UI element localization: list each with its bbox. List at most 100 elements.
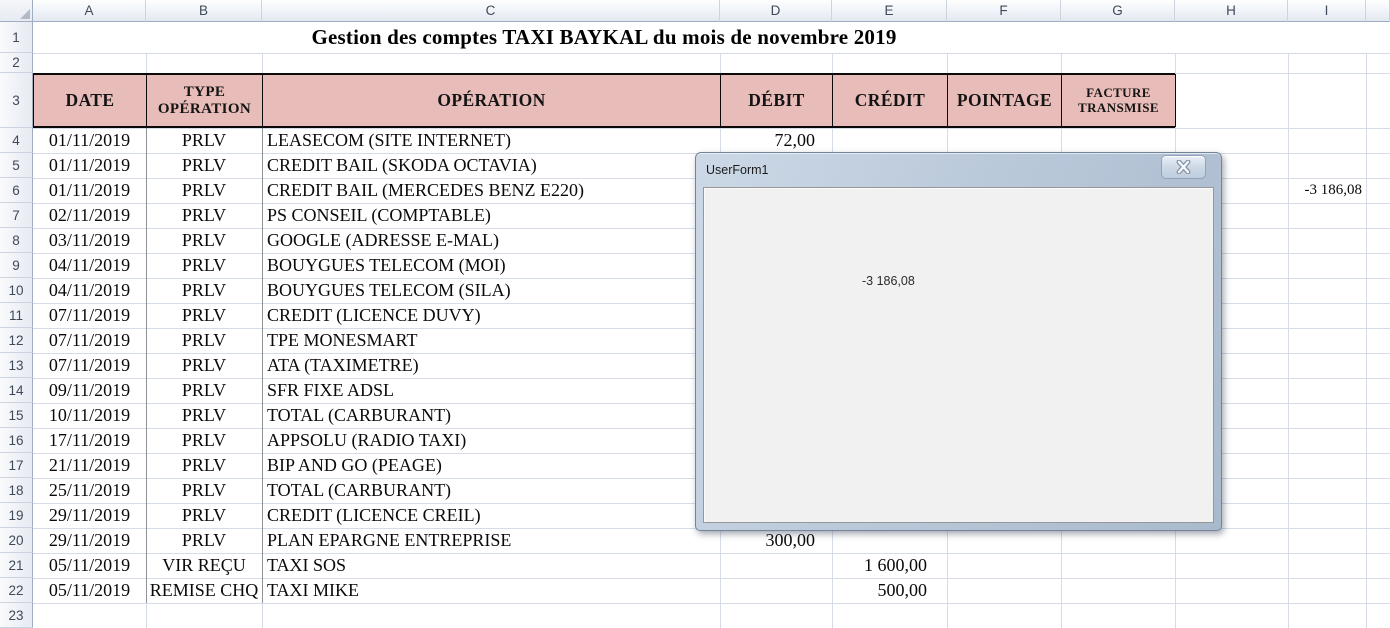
cell-date-A4[interactable]: 01/11/2019 <box>33 128 146 153</box>
cell-operation-C19[interactable]: CREDIT (LICENCE CREIL) <box>262 503 720 528</box>
cell-date-A16[interactable]: 17/11/2019 <box>33 428 146 453</box>
table-header-pointage[interactable]: POINTAGE <box>947 74 1062 127</box>
cell-type-B20[interactable]: PRLV <box>146 528 262 553</box>
cell-type-B7[interactable]: PRLV <box>146 203 262 228</box>
cell-type-B15[interactable]: PRLV <box>146 403 262 428</box>
cell-type-B12[interactable]: PRLV <box>146 328 262 353</box>
row-header-7[interactable]: 7 <box>0 203 33 228</box>
cell-date-A20[interactable]: 29/11/2019 <box>33 528 146 553</box>
cell-type-B14[interactable]: PRLV <box>146 378 262 403</box>
table-header-facture-transmise[interactable]: FACTURE TRANSMISE <box>1061 74 1176 127</box>
row-header-17[interactable]: 17 <box>0 453 33 478</box>
cell-date-A6[interactable]: 01/11/2019 <box>33 178 146 203</box>
column-header-C[interactable]: C <box>262 0 720 22</box>
cell-type-B13[interactable]: PRLV <box>146 353 262 378</box>
cell-type-B22[interactable]: REMISE CHQ <box>146 578 262 603</box>
cell-type-B10[interactable]: PRLV <box>146 278 262 303</box>
table-header-d-bit[interactable]: DÉBIT <box>720 74 833 127</box>
cell-type-B11[interactable]: PRLV <box>146 303 262 328</box>
cell-operation-C11[interactable]: CREDIT (LICENCE DUVY) <box>262 303 720 328</box>
select-all-button[interactable] <box>0 0 33 22</box>
table-header-type-op-ration[interactable]: TYPE OPÉRATION <box>146 74 263 127</box>
table-header-date[interactable]: DATE <box>33 74 147 127</box>
cell-operation-C15[interactable]: TOTAL (CARBURANT) <box>262 403 720 428</box>
cell-date-A13[interactable]: 07/11/2019 <box>33 353 146 378</box>
cell-date-A11[interactable]: 07/11/2019 <box>33 303 146 328</box>
cell-type-B17[interactable]: PRLV <box>146 453 262 478</box>
cell-operation-C8[interactable]: GOOGLE (ADRESSE E-MAL) <box>262 228 720 253</box>
row-header-10[interactable]: 10 <box>0 278 33 303</box>
cell-credit-E21[interactable]: 1 600,00 <box>832 553 947 578</box>
column-header-G[interactable]: G <box>1061 0 1175 22</box>
column-header-D[interactable]: D <box>720 0 832 22</box>
column-header-B[interactable]: B <box>146 0 262 22</box>
cell-operation-C13[interactable]: ATA (TAXIMETRE) <box>262 353 720 378</box>
cell-date-A15[interactable]: 10/11/2019 <box>33 403 146 428</box>
cell-date-A14[interactable]: 09/11/2019 <box>33 378 146 403</box>
cell-credit-E22[interactable]: 500,00 <box>832 578 947 603</box>
cell-I6[interactable]: -3 186,08 <box>1288 178 1366 203</box>
row-header-23[interactable]: 23 <box>0 603 33 628</box>
cell-debit-D20[interactable]: 300,00 <box>720 528 832 553</box>
column-header-A[interactable]: A <box>33 0 146 22</box>
dialog-close-button[interactable] <box>1161 155 1206 179</box>
cell-type-B19[interactable]: PRLV <box>146 503 262 528</box>
row-header-22[interactable]: 22 <box>0 578 33 603</box>
column-header-clipped[interactable] <box>1366 0 1390 22</box>
row-header-21[interactable]: 21 <box>0 553 33 578</box>
cell-operation-C5[interactable]: CREDIT BAIL (SKODA OCTAVIA) <box>262 153 720 178</box>
cell-type-B18[interactable]: PRLV <box>146 478 262 503</box>
cell-type-B6[interactable]: PRLV <box>146 178 262 203</box>
cell-date-A5[interactable]: 01/11/2019 <box>33 153 146 178</box>
table-header-cr-dit[interactable]: CRÉDIT <box>832 74 948 127</box>
cell-operation-C20[interactable]: PLAN EPARGNE ENTREPRISE <box>262 528 720 553</box>
cell-operation-C10[interactable]: BOUYGUES TELECOM (SILA) <box>262 278 720 303</box>
row-header-15[interactable]: 15 <box>0 403 33 428</box>
cell-date-A18[interactable]: 25/11/2019 <box>33 478 146 503</box>
cell-date-A7[interactable]: 02/11/2019 <box>33 203 146 228</box>
cell-debit-D4[interactable]: 72,00 <box>720 128 832 153</box>
cell-date-A17[interactable]: 21/11/2019 <box>33 453 146 478</box>
table-header-op-ration[interactable]: OPÉRATION <box>262 74 721 127</box>
cell-date-A9[interactable]: 04/11/2019 <box>33 253 146 278</box>
row-header-13[interactable]: 13 <box>0 353 33 378</box>
row-header-12[interactable]: 12 <box>0 328 33 353</box>
column-header-H[interactable]: H <box>1175 0 1288 22</box>
column-header-I[interactable]: I <box>1288 0 1366 22</box>
row-header-9[interactable]: 9 <box>0 253 33 278</box>
cell-type-B5[interactable]: PRLV <box>146 153 262 178</box>
cell-operation-C17[interactable]: BIP AND GO (PEAGE) <box>262 453 720 478</box>
cell-operation-C16[interactable]: APPSOLU (RADIO TAXI) <box>262 428 720 453</box>
column-header-E[interactable]: E <box>832 0 947 22</box>
row-header-5[interactable]: 5 <box>0 153 33 178</box>
cell-date-A12[interactable]: 07/11/2019 <box>33 328 146 353</box>
cell-operation-C22[interactable]: TAXI MIKE <box>262 578 720 603</box>
row-header-18[interactable]: 18 <box>0 478 33 503</box>
cell-type-B21[interactable]: VIR REÇU <box>146 553 262 578</box>
cell-operation-C9[interactable]: BOUYGUES TELECOM (MOI) <box>262 253 720 278</box>
row-header-3[interactable]: 3 <box>0 73 33 128</box>
cell-date-A22[interactable]: 05/11/2019 <box>33 578 146 603</box>
row-header-1[interactable]: 1 <box>0 22 33 53</box>
cell-date-A8[interactable]: 03/11/2019 <box>33 228 146 253</box>
cell-operation-C21[interactable]: TAXI SOS <box>262 553 720 578</box>
row-header-14[interactable]: 14 <box>0 378 33 403</box>
cell-operation-C7[interactable]: PS CONSEIL (COMPTABLE) <box>262 203 720 228</box>
column-header-F[interactable]: F <box>947 0 1061 22</box>
row-header-16[interactable]: 16 <box>0 428 33 453</box>
dialog-titlebar[interactable]: UserForm1 <box>696 153 1221 186</box>
cell-type-B8[interactable]: PRLV <box>146 228 262 253</box>
cell-operation-C4[interactable]: LEASECOM (SITE INTERNET) <box>262 128 720 153</box>
cell-operation-C14[interactable]: SFR FIXE ADSL <box>262 378 720 403</box>
row-header-11[interactable]: 11 <box>0 303 33 328</box>
row-header-2[interactable]: 2 <box>0 53 33 73</box>
row-header-20[interactable]: 20 <box>0 528 33 553</box>
cell-type-B9[interactable]: PRLV <box>146 253 262 278</box>
row-header-19[interactable]: 19 <box>0 503 33 528</box>
cell-date-A21[interactable]: 05/11/2019 <box>33 553 146 578</box>
row-header-6[interactable]: 6 <box>0 178 33 203</box>
row-header-4[interactable]: 4 <box>0 128 33 153</box>
cell-operation-C12[interactable]: TPE MONESMART <box>262 328 720 353</box>
cell-type-B16[interactable]: PRLV <box>146 428 262 453</box>
cell-date-A10[interactable]: 04/11/2019 <box>33 278 146 303</box>
